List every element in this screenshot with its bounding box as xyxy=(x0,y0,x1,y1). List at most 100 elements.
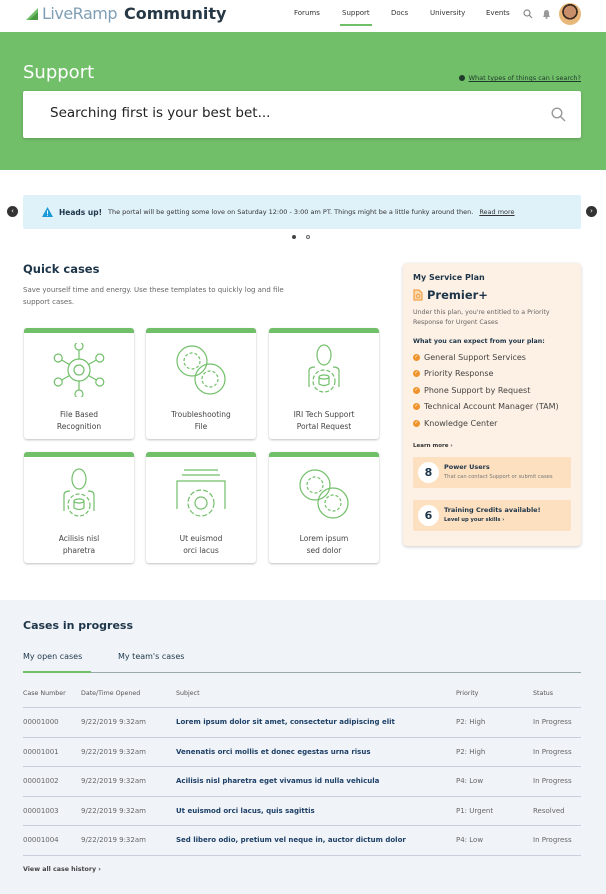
view-all-case-history-link[interactable]: View all case history › xyxy=(23,866,101,873)
carousel-next-button[interactable]: › xyxy=(586,206,597,217)
date-opened: 9/22/2019 9:32am xyxy=(81,777,146,786)
tab-my-open-cases[interactable]: My open cases xyxy=(23,652,82,661)
tab-my-teams-cases[interactable]: My team's cases xyxy=(118,652,184,661)
status: In Progress xyxy=(533,836,572,845)
network-gear-icon xyxy=(52,341,106,401)
person-database-icon xyxy=(52,468,106,525)
training-credits-count: 6 xyxy=(418,505,439,526)
training-credits-box[interactable]: 6 Training Credits available! Level up y… xyxy=(413,500,571,531)
power-users-box: 8 Power Users That can contact Support o… xyxy=(413,457,571,488)
nav-events[interactable]: Events xyxy=(486,9,510,17)
priority: P4: Low xyxy=(456,777,484,786)
page-title: Support xyxy=(23,62,95,83)
table-row: 00001002 9/22/2019 9:32am Acilisis nisl ph… xyxy=(23,766,581,796)
brand-name: LiveRamp xyxy=(42,4,117,23)
case-number: 00001001 xyxy=(23,747,59,756)
carousel-prev-button[interactable]: ‹ xyxy=(7,206,18,217)
nav-forums[interactable]: Forums xyxy=(294,9,320,17)
nav-university[interactable]: University xyxy=(430,9,465,17)
check-icon: ✓ xyxy=(413,370,420,378)
quick-case-card[interactable]: IRI Tech Support Portal Request xyxy=(269,328,379,439)
case-number: 00001002 xyxy=(23,777,59,786)
status: In Progress xyxy=(533,777,572,786)
plan-document-icon xyxy=(413,289,423,301)
power-users-title: Power Users xyxy=(444,463,490,471)
read-more-link[interactable]: Read more xyxy=(479,208,514,216)
plan-expect-heading: What you can expect from your plan: xyxy=(413,338,545,345)
brand-suffix: Community xyxy=(123,4,227,23)
quick-case-label: Troubleshooting File xyxy=(171,410,231,431)
plan-feature: ✓ Technical Account Manager (TAM) xyxy=(413,402,559,412)
quick-case-label: IRI Tech Support Portal Request xyxy=(293,410,355,431)
case-subject-link[interactable]: Venenatis orci mollis et donec egestas u… xyxy=(176,748,370,756)
quick-cases-title: Quick cases xyxy=(23,262,100,276)
gears-cycle-icon xyxy=(297,469,351,525)
case-number: 00001004 xyxy=(23,836,59,845)
priority: P4: Low xyxy=(456,836,484,845)
quick-case-label: Acilisis nisl pharetra xyxy=(58,534,100,555)
active-tab-indicator xyxy=(23,671,91,673)
power-users-count: 8 xyxy=(418,462,439,483)
quick-case-card[interactable]: Troubleshooting File xyxy=(146,328,256,439)
service-plan-heading: My Service Plan xyxy=(413,273,485,282)
training-credits-title: Training Credits available! xyxy=(444,506,541,514)
quick-case-label: Ut euismod orci lacus xyxy=(179,534,223,555)
case-subject-link[interactable]: Sed libero odio, pretium vel neque in, a… xyxy=(176,836,406,844)
service-plan-panel: My Service Plan Premier+ Under this plan… xyxy=(403,263,581,546)
case-subject-link[interactable]: Acilisis nisl pharetra eget vivamus id n… xyxy=(176,777,379,785)
priority: P2: High xyxy=(456,718,486,726)
col-case-number: Case Number xyxy=(23,690,66,697)
search-input[interactable]: Searching first is your best bet... xyxy=(23,91,581,138)
plan-feature: ✓ Priority Response xyxy=(413,369,494,379)
plan-description: Under this plan, you're entitled to a Pr… xyxy=(413,309,550,326)
table-row: 00001004 9/22/2019 9:32am Sed libero odio,… xyxy=(23,825,581,855)
date-opened: 9/22/2019 9:32am xyxy=(81,718,146,726)
check-icon: ✓ xyxy=(413,386,420,394)
bell-icon[interactable] xyxy=(542,9,551,19)
info-icon xyxy=(458,75,465,81)
table-row: 00001000 9/22/2019 9:32am Lorem ipsum dolo… xyxy=(23,707,581,737)
carousel-dot-1[interactable] xyxy=(292,235,296,239)
avatar[interactable] xyxy=(559,3,581,25)
status: In Progress xyxy=(533,747,572,756)
quick-case-card[interactable]: Acilisis nisl pharetra xyxy=(24,452,134,563)
power-users-sub: That can contact Support or submit cases xyxy=(444,474,553,480)
logo[interactable]: LiveRamp Community xyxy=(25,4,226,23)
carousel-dot-2[interactable] xyxy=(306,235,310,239)
check-icon: ✓ xyxy=(413,403,420,411)
learn-more-link[interactable]: Learn more › xyxy=(413,443,453,449)
quick-case-card[interactable]: Ut euismod orci lacus xyxy=(146,452,256,563)
cases-title: Cases in progress xyxy=(23,619,134,632)
status: Resolved xyxy=(533,806,565,815)
priority: P1: Urgent xyxy=(456,806,494,815)
alert-message: The portal will be getting some love on … xyxy=(108,208,474,216)
top-nav: LiveRamp Community Forums Support Docs U… xyxy=(0,0,606,32)
col-priority: Priority xyxy=(456,690,479,697)
alert-banner: Heads up! The portal will be getting som… xyxy=(23,195,581,229)
date-opened: 9/22/2019 9:32am xyxy=(81,747,146,756)
quick-case-card[interactable]: File Based Recognition xyxy=(24,328,134,439)
priority: P2: High xyxy=(456,747,486,756)
quick-cases-description: Save yourself time and energy. Use these… xyxy=(23,286,284,306)
search-help-link[interactable]: What types of things can I search? xyxy=(458,74,581,82)
nav-docs[interactable]: Docs xyxy=(391,9,408,17)
gears-cycle-icon xyxy=(174,345,228,401)
case-subject-link[interactable]: Ut euismod orci lacus, quis sagittis xyxy=(176,807,315,815)
level-up-link[interactable]: Level up your skills › xyxy=(444,517,504,523)
status: In Progress xyxy=(533,718,572,726)
check-icon: ✓ xyxy=(413,353,420,361)
col-status: Status xyxy=(533,690,554,697)
case-number: 00001000 xyxy=(23,718,59,726)
hero-banner: Support What types of things can I searc… xyxy=(0,32,606,170)
tab-divider xyxy=(23,672,581,673)
case-subject-link[interactable]: Lorem ipsum dolor sit amet, consectetur … xyxy=(176,718,395,726)
plan-feature: ✓ General Support Services xyxy=(413,352,526,362)
check-icon: ✓ xyxy=(413,419,420,427)
search-icon[interactable] xyxy=(523,9,533,19)
plan-feature: ✓ Knowledge Center xyxy=(413,418,498,428)
liveramp-logo-icon xyxy=(26,7,38,20)
search-icon[interactable] xyxy=(551,107,566,122)
nav-support[interactable]: Support xyxy=(340,9,372,26)
window-gear-icon xyxy=(174,469,228,525)
quick-case-card[interactable]: Lorem ipsum sed dolor xyxy=(269,452,379,563)
